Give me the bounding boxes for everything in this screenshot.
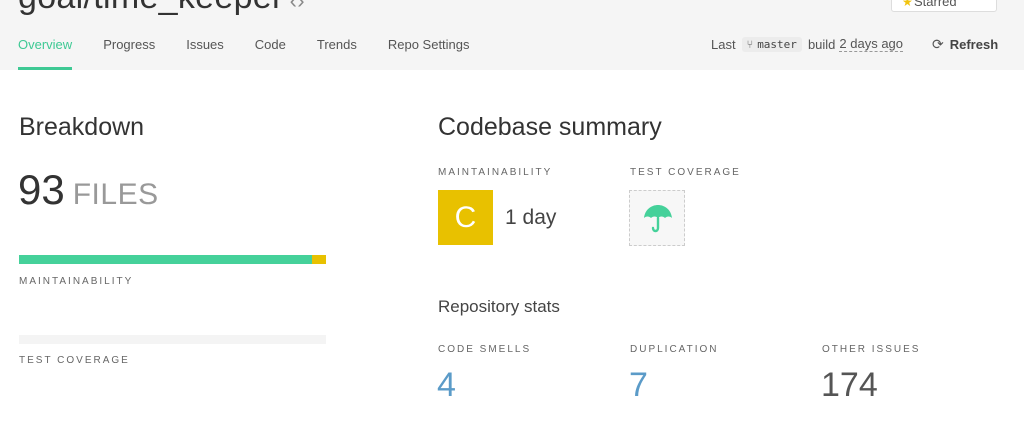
- codebase-summary-heading: Codebase summary: [438, 113, 662, 141]
- tab-issues[interactable]: Issues: [186, 37, 224, 70]
- other-issues-label: OTHER ISSUES: [822, 344, 921, 355]
- umbrella-icon: [644, 205, 672, 233]
- refresh-button[interactable]: ⟳ Refresh: [932, 36, 998, 53]
- branch-icon: ⑂: [746, 37, 754, 51]
- file-count-number: 93: [18, 166, 65, 213]
- other-issues-value[interactable]: 174: [821, 366, 878, 405]
- refresh-label: Refresh: [949, 37, 999, 52]
- starred-button[interactable]: ★ Starred: [891, 0, 997, 12]
- code-icon[interactable]: ‹›: [290, 0, 305, 13]
- summary-test-coverage-label: TEST COVERAGE: [630, 167, 741, 178]
- maintainability-grade-badge[interactable]: C: [438, 190, 493, 245]
- grade-c-segment[interactable]: [312, 255, 326, 264]
- branch-badge[interactable]: ⑂ master: [741, 36, 802, 52]
- test-coverage-badge[interactable]: [629, 190, 685, 246]
- repo-title-text: goal/time_keeper: [18, 0, 284, 16]
- duplication-value[interactable]: 7: [629, 366, 648, 405]
- code-smells-label: CODE SMELLS: [438, 344, 532, 355]
- tab-overview[interactable]: Overview: [18, 37, 73, 70]
- branch-name: master: [757, 37, 797, 51]
- maintainability-caption: MAINTAINABILITY: [19, 276, 134, 287]
- duplication-label: DUPLICATION: [630, 344, 719, 355]
- star-icon: ★: [902, 0, 913, 9]
- test-coverage-caption: TEST COVERAGE: [19, 355, 130, 366]
- repo-nav: Overview Progress Issues Code Trends Rep…: [18, 37, 501, 70]
- file-count: 93 FILES: [18, 166, 159, 214]
- repository-stats-heading: Repository stats: [438, 297, 560, 316]
- tab-trends[interactable]: Trends: [317, 37, 357, 70]
- summary-maintainability-label: MAINTAINABILITY: [438, 167, 553, 178]
- repo-header: goal/time_keeper ‹› ★ Starred Overview Pr…: [0, 0, 1024, 70]
- refresh-icon: ⟳: [932, 36, 944, 52]
- tab-repo-settings[interactable]: Repo Settings: [388, 37, 470, 70]
- breakdown-heading: Breakdown: [19, 113, 145, 141]
- starred-label: Starred: [914, 0, 957, 9]
- test-coverage-bar[interactable]: [19, 335, 326, 344]
- repo-title: goal/time_keeper ‹›: [18, 0, 305, 17]
- build-prefix: Last: [711, 36, 736, 52]
- file-count-unit: FILES: [72, 178, 159, 211]
- maintainability-time: 1 day: [505, 206, 557, 229]
- build-time-link[interactable]: 2 days ago: [839, 36, 904, 52]
- build-info: Last ⑂ master build 2 days ago: [711, 36, 904, 52]
- maintainability-bar[interactable]: [19, 255, 326, 264]
- tab-code[interactable]: Code: [255, 37, 286, 70]
- build-middle: build: [807, 36, 836, 52]
- code-smells-value[interactable]: 4: [437, 366, 456, 405]
- tab-progress[interactable]: Progress: [103, 37, 155, 70]
- grade-a-segment[interactable]: [19, 255, 313, 264]
